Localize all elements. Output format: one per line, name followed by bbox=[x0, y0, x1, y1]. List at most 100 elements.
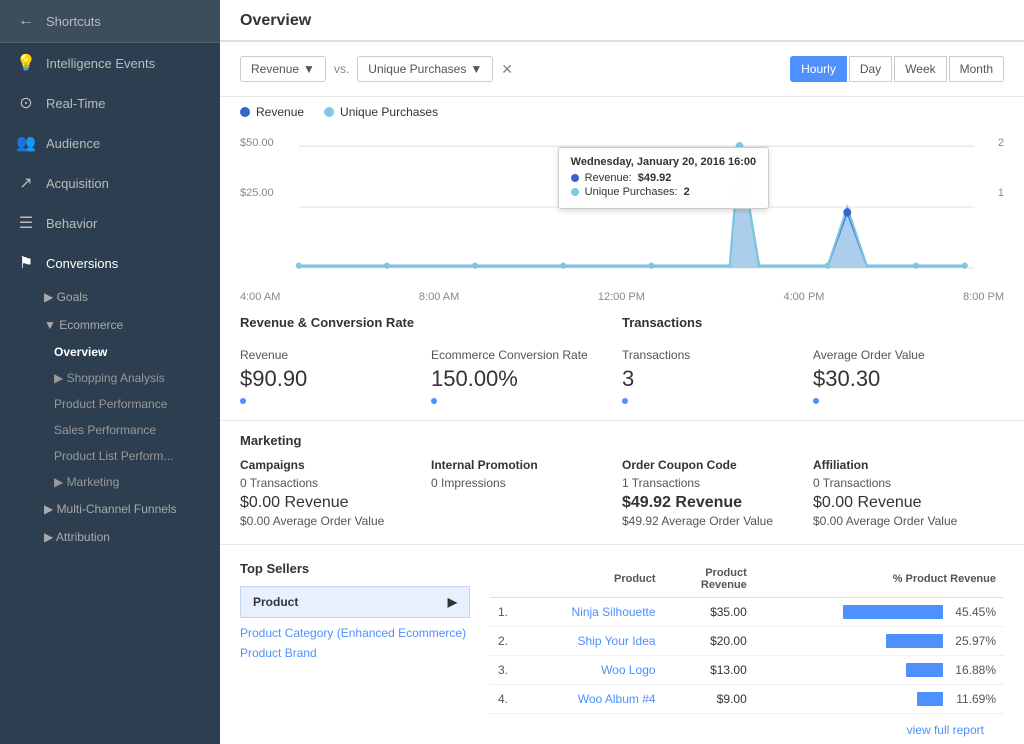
affiliation-avg: $0.00 Average Order Value bbox=[813, 514, 992, 528]
marketing-coupon: Order Coupon Code 1 Transactions $49.92 … bbox=[622, 458, 813, 536]
metric1-dropdown[interactable]: Revenue ▼ bbox=[240, 56, 326, 82]
sidebar-item-real-time[interactable]: ⊙ Real-Time bbox=[0, 83, 220, 123]
marketing-internal-promotion: Internal Promotion 0 Impressions bbox=[431, 458, 622, 536]
sidebar-sub-shopping-analysis[interactable]: ▶ Shopping Analysis bbox=[0, 365, 220, 391]
marketing-campaigns: Campaigns 0 Transactions $0.00 Revenue $… bbox=[240, 458, 431, 536]
top-sellers-title: Top Sellers bbox=[240, 561, 470, 576]
cell-rank: 2. bbox=[490, 627, 516, 656]
pct-bar bbox=[886, 634, 943, 648]
affiliation-label: Affiliation bbox=[813, 458, 992, 472]
stat-transactions-label: Transactions bbox=[622, 348, 801, 362]
sidebar-sub-multi-channel[interactable]: ▶ Multi-Channel Funnels bbox=[0, 495, 220, 523]
stats-grid: Revenue $90.90 Ecommerce Conversion Rate… bbox=[240, 340, 1004, 412]
sidebar-item-audience[interactable]: 👥 Audience bbox=[0, 123, 220, 163]
chart-area: $50.00 $25.00 2 1 bbox=[220, 127, 1024, 287]
product-table: Product ProductRevenue % Product Revenue… bbox=[490, 561, 1004, 744]
sidebar-item-conversions[interactable]: ⚑ Conversions bbox=[0, 243, 220, 283]
seller-link-category[interactable]: Product Category (Enhanced Ecommerce) bbox=[240, 626, 470, 640]
coupon-avg: $49.92 Average Order Value bbox=[622, 514, 801, 528]
sidebar-item-label: Behavior bbox=[46, 216, 97, 231]
x-label-4pm: 4:00 PM bbox=[784, 291, 825, 303]
sidebar-sub-attribution[interactable]: ▶ Attribution bbox=[0, 523, 220, 551]
table-row: 4. Woo Album #4 $9.00 11.69% bbox=[490, 685, 1004, 714]
marketing-grid: Campaigns 0 Transactions $0.00 Revenue $… bbox=[240, 458, 1004, 536]
stat-avg-order: Average Order Value $30.30 bbox=[813, 340, 1004, 412]
table-row: 3. Woo Logo $13.00 16.88% bbox=[490, 656, 1004, 685]
campaigns-avg: $0.00 Average Order Value bbox=[240, 514, 419, 528]
product-link-1[interactable]: Ship Your Idea bbox=[577, 634, 655, 648]
internal-promo-impressions: 0 Impressions bbox=[431, 476, 610, 490]
clear-button[interactable]: ✕ bbox=[501, 61, 513, 78]
sidebar-sub-marketing[interactable]: ▶ Marketing bbox=[0, 469, 220, 495]
chart-svg bbox=[240, 127, 1004, 287]
metric2-dropdown[interactable]: Unique Purchases ▼ bbox=[357, 56, 493, 82]
stat-transactions-dot bbox=[622, 398, 628, 404]
revenue-section-title: Revenue & Conversion Rate bbox=[240, 315, 622, 330]
time-btn-month[interactable]: Month bbox=[949, 56, 1004, 82]
legend-purchases: Unique Purchases bbox=[324, 105, 438, 119]
product-link-3[interactable]: Woo Album #4 bbox=[578, 692, 656, 706]
sidebar-sub-goals[interactable]: ▶ Goals bbox=[0, 283, 220, 311]
y-label-2: 2 bbox=[998, 137, 1004, 149]
sidebar-shortcuts[interactable]: ← Shortcuts bbox=[0, 0, 220, 43]
seller-item-product[interactable]: Product ▶ bbox=[240, 586, 470, 618]
seller-product-label: Product bbox=[253, 595, 298, 609]
sidebar-sub-ecommerce[interactable]: ▼ Ecommerce bbox=[0, 311, 220, 339]
cell-revenue: $13.00 bbox=[664, 656, 755, 685]
sidebar-item-intelligence-events[interactable]: 💡 Intelligence Events bbox=[0, 43, 220, 83]
sidebar-item-label: Real-Time bbox=[46, 96, 105, 111]
coupon-revenue: $49.92 Revenue bbox=[622, 494, 801, 512]
view-full-report-link[interactable]: view full report bbox=[907, 723, 984, 737]
campaigns-label: Campaigns bbox=[240, 458, 419, 472]
shortcuts-icon: ← bbox=[16, 12, 36, 30]
y-label-50: $50.00 bbox=[240, 137, 274, 149]
stat-conversion-label: Ecommerce Conversion Rate bbox=[431, 348, 610, 362]
product-link-2[interactable]: Woo Logo bbox=[601, 663, 656, 677]
col-pct: % Product Revenue bbox=[755, 561, 1004, 598]
stat-transactions-value: 3 bbox=[622, 366, 801, 392]
cell-pct: 25.97% bbox=[755, 627, 1004, 656]
time-btn-day[interactable]: Day bbox=[849, 56, 892, 82]
product-link-0[interactable]: Ninja Silhouette bbox=[572, 605, 656, 619]
sidebar-sub-product-performance[interactable]: Product Performance bbox=[0, 391, 220, 417]
affiliation-transactions: 0 Transactions bbox=[813, 476, 992, 490]
sidebar-sub-product-list[interactable]: Product List Perform... bbox=[0, 443, 220, 469]
cell-rank: 3. bbox=[490, 656, 516, 685]
overview-header: Overview bbox=[220, 0, 1024, 42]
col-product: Product bbox=[516, 561, 664, 598]
time-btn-week[interactable]: Week bbox=[894, 56, 946, 82]
cell-rank: 4. bbox=[490, 685, 516, 714]
table-row: 2. Ship Your Idea $20.00 25.97% bbox=[490, 627, 1004, 656]
sidebar-item-behavior[interactable]: ☰ Behavior bbox=[0, 203, 220, 243]
legend-revenue-dot bbox=[240, 107, 250, 117]
x-label-8pm: 8:00 PM bbox=[963, 291, 1004, 303]
internal-promo-label: Internal Promotion bbox=[431, 458, 610, 472]
stat-revenue-label: Revenue bbox=[240, 348, 419, 362]
stat-conversion-rate: Ecommerce Conversion Rate 150.00% bbox=[431, 340, 622, 412]
cell-product-name: Woo Album #4 bbox=[516, 685, 664, 714]
vs-label: vs. bbox=[334, 62, 349, 76]
stat-revenue-dot bbox=[240, 398, 246, 404]
sidebar-sub-sales-performance[interactable]: Sales Performance bbox=[0, 417, 220, 443]
stat-conversion-dot bbox=[431, 398, 437, 404]
pct-value: 45.45% bbox=[951, 605, 996, 619]
sidebar-item-label: Audience bbox=[46, 136, 100, 151]
metric1-label: Revenue bbox=[251, 62, 299, 76]
marketing-section: Marketing Campaigns 0 Transactions $0.00… bbox=[220, 421, 1024, 545]
table-row: 1. Ninja Silhouette $35.00 45.45% bbox=[490, 598, 1004, 627]
sidebar-sub-overview[interactable]: Overview bbox=[0, 339, 220, 365]
seller-link-brand[interactable]: Product Brand bbox=[240, 646, 470, 660]
x-axis-labels: 4:00 AM 8:00 AM 12:00 PM 4:00 PM 8:00 PM bbox=[220, 287, 1024, 303]
shortcuts-label: Shortcuts bbox=[46, 14, 101, 29]
sidebar-item-acquisition[interactable]: ↗ Acquisition bbox=[0, 163, 220, 203]
pct-bar bbox=[906, 663, 943, 677]
behavior-icon: ☰ bbox=[16, 213, 36, 233]
col-revenue: ProductRevenue bbox=[664, 561, 755, 598]
cell-pct: 16.88% bbox=[755, 656, 1004, 685]
legend-revenue-label: Revenue bbox=[256, 105, 304, 119]
time-btn-hourly[interactable]: Hourly bbox=[790, 56, 847, 82]
stat-revenue-value: $90.90 bbox=[240, 366, 419, 392]
coupon-transactions: 1 Transactions bbox=[622, 476, 801, 490]
real-time-icon: ⊙ bbox=[16, 93, 36, 113]
main-content: Overview Revenue ▼ vs. Unique Purchases … bbox=[220, 0, 1024, 744]
